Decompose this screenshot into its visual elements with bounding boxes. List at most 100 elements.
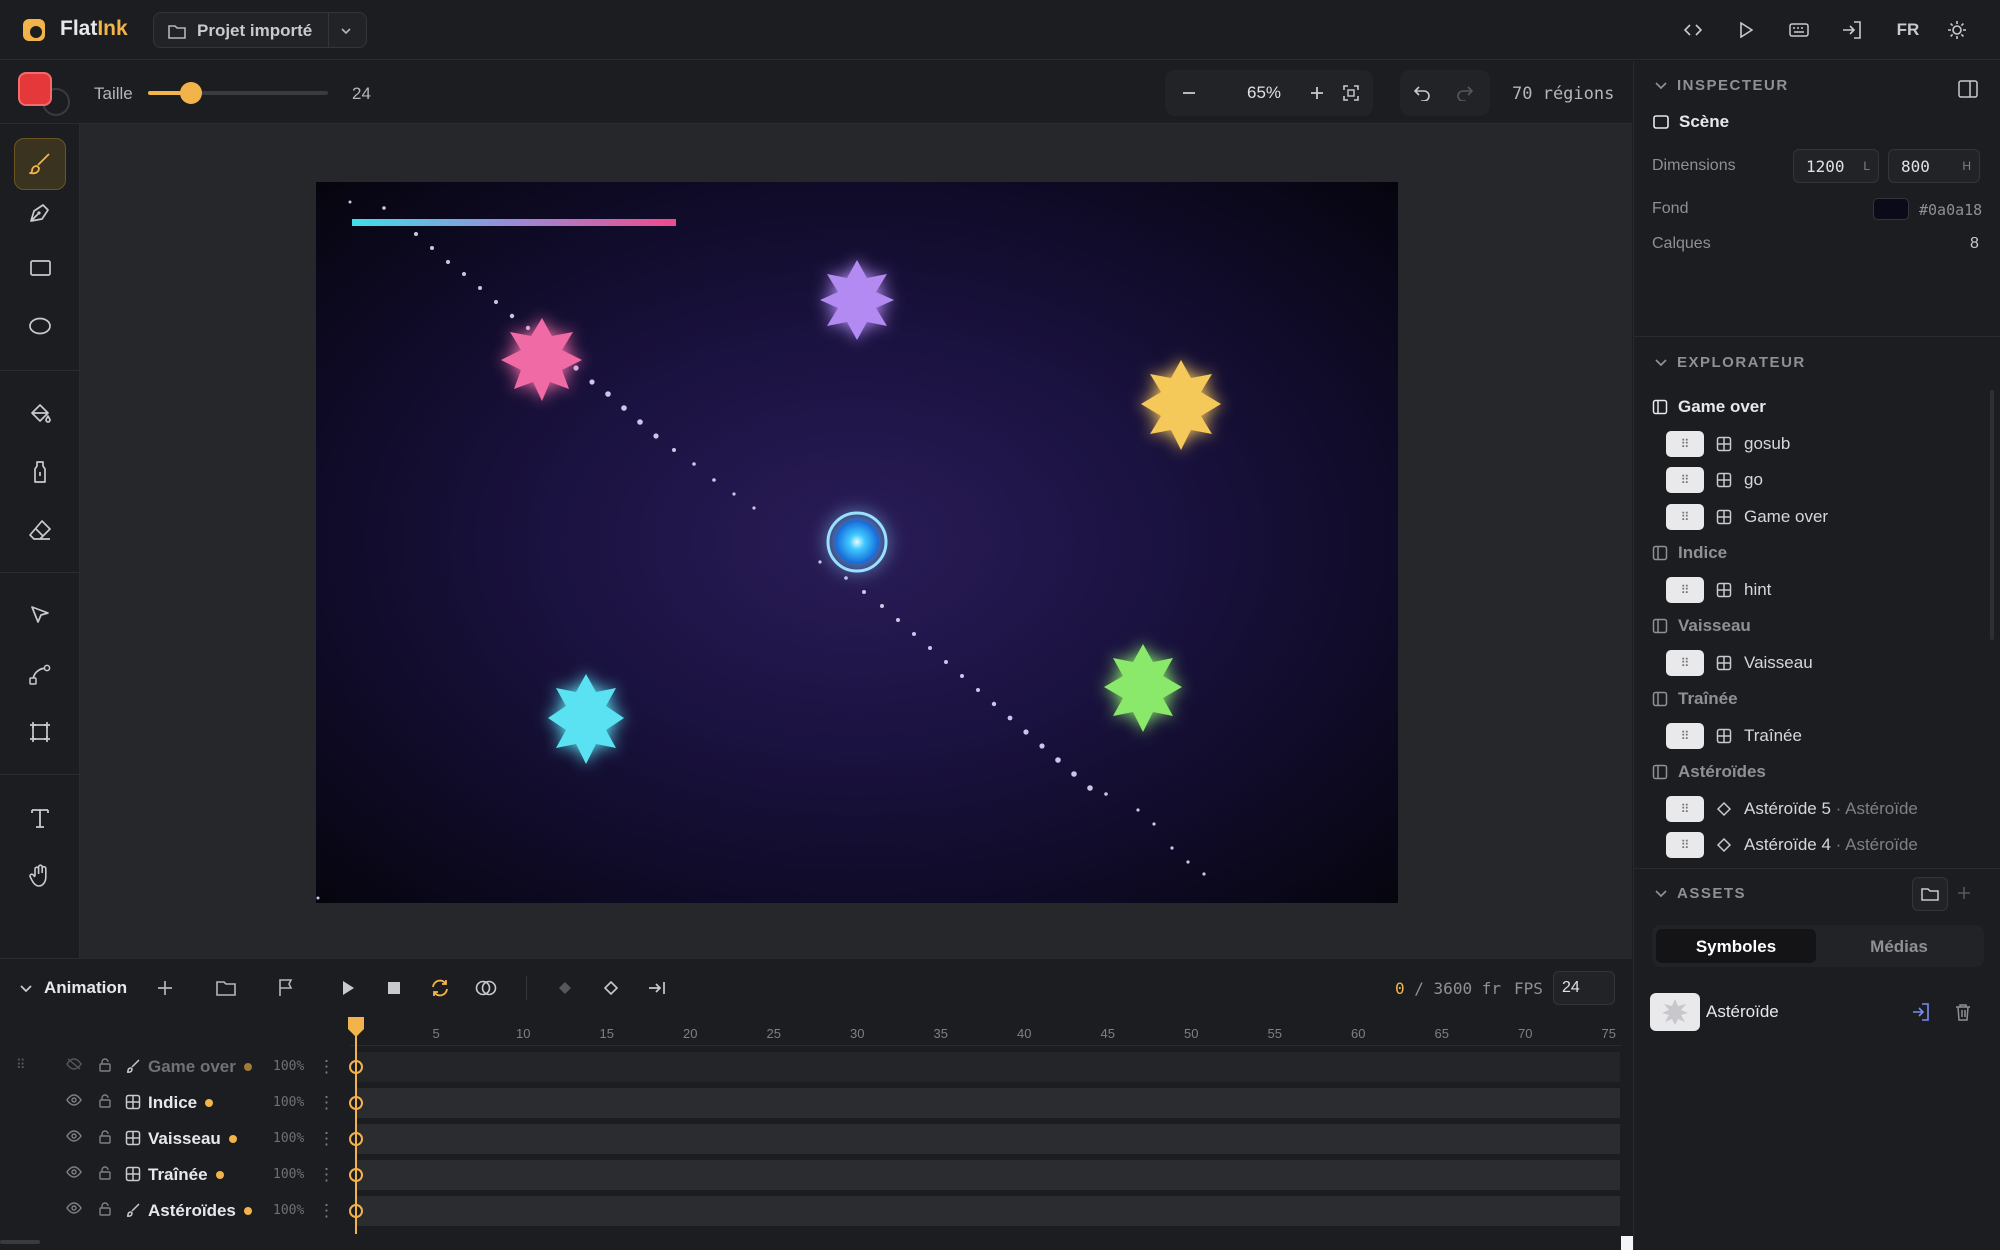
- layer-opacity[interactable]: 100%: [273, 1167, 304, 1182]
- add-layer-icon[interactable]: [153, 976, 177, 1000]
- tab-media[interactable]: Médias: [1818, 929, 1980, 963]
- explorer-item[interactable]: ⠿ gosub: [1666, 429, 1986, 459]
- explorer-item[interactable]: ⠿ Astéroïde 4 · Astéroïde: [1666, 830, 1986, 860]
- explorer-chevron-icon[interactable]: [1654, 357, 1668, 369]
- keyboard-icon[interactable]: [1787, 18, 1811, 42]
- layer-track[interactable]: [356, 1052, 1620, 1082]
- lock-icon[interactable]: [99, 1058, 111, 1072]
- lock-icon[interactable]: [99, 1094, 111, 1108]
- layer-track[interactable]: [356, 1160, 1620, 1190]
- lock-icon[interactable]: [99, 1202, 111, 1216]
- lock-icon[interactable]: [99, 1166, 111, 1180]
- drag-handle-icon[interactable]: ⠿: [1666, 467, 1704, 493]
- drag-handle-icon[interactable]: ⠿: [1666, 795, 1704, 822]
- add-folder-icon[interactable]: [214, 976, 238, 1000]
- language-toggle[interactable]: FR: [1893, 18, 1923, 42]
- layer-name[interactable]: Indice: [148, 1093, 197, 1113]
- theme-sun-icon[interactable]: [1945, 18, 1969, 42]
- drag-handle-icon[interactable]: ⠿: [1666, 576, 1704, 603]
- inspector-chevron-icon[interactable]: [1654, 80, 1668, 92]
- pen-tool[interactable]: [14, 186, 66, 238]
- tab-symbols[interactable]: Symboles: [1656, 929, 1816, 963]
- frame-ruler[interactable]: [350, 1016, 1622, 1046]
- select-tool[interactable]: [14, 590, 66, 642]
- visibility-eye-icon[interactable]: [66, 1094, 82, 1106]
- redo-icon[interactable]: [1453, 81, 1477, 105]
- layer-row[interactable]: Astéroïdes 100% ⋮: [0, 1193, 1632, 1229]
- layer-track[interactable]: [356, 1088, 1620, 1118]
- bezier-tool[interactable]: [14, 648, 66, 700]
- visibility-eye-icon[interactable]: [66, 1130, 82, 1142]
- layer-menu-icon[interactable]: ⋮: [318, 1201, 335, 1221]
- explorer-item[interactable]: ⠿ Traînée: [1666, 721, 1986, 751]
- add-asset-icon[interactable]: [1957, 886, 1971, 900]
- trash-icon[interactable]: [1955, 1003, 1971, 1021]
- visibility-eye-icon[interactable]: [66, 1058, 82, 1070]
- explorer-item[interactable]: ⠿ Astéroïde 5 · Astéroïde: [1666, 794, 1986, 824]
- layer-name[interactable]: Astéroïdes: [148, 1201, 236, 1221]
- assets-folder-button[interactable]: [1912, 877, 1948, 911]
- fps-input[interactable]: 24: [1553, 971, 1615, 1005]
- layer-menu-icon[interactable]: ⋮: [318, 1129, 335, 1149]
- fill-tool[interactable]: [14, 388, 66, 440]
- eraser-tool[interactable]: [14, 504, 66, 556]
- explorer-item[interactable]: ⠿ go: [1666, 465, 1986, 495]
- play-icon[interactable]: [336, 976, 360, 1000]
- go-to-end-icon[interactable]: [645, 976, 669, 1000]
- keyframe-empty-icon[interactable]: [599, 976, 623, 1000]
- height-input[interactable]: 800 H: [1888, 149, 1980, 183]
- panel-toggle-icon[interactable]: [1958, 80, 1978, 98]
- background-color-value[interactable]: #0a0a18: [1919, 201, 1982, 219]
- layer-opacity[interactable]: 100%: [273, 1203, 304, 1218]
- layer-row[interactable]: Vaisseau 100% ⋮: [0, 1121, 1632, 1157]
- layer-opacity[interactable]: 100%: [273, 1131, 304, 1146]
- drag-handle-icon[interactable]: ⠿: [1666, 649, 1704, 676]
- transform-tool[interactable]: [14, 706, 66, 758]
- fit-screen-icon[interactable]: [1339, 81, 1363, 105]
- drag-handle-icon[interactable]: ⠿: [1666, 722, 1704, 749]
- play-preview-icon[interactable]: [1734, 18, 1758, 42]
- asset-name[interactable]: Astéroïde: [1706, 1002, 1779, 1022]
- layer-name[interactable]: Traînée: [148, 1165, 208, 1185]
- undo-icon[interactable]: [1410, 81, 1434, 105]
- background-color-swatch[interactable]: [1873, 198, 1909, 220]
- text-tool[interactable]: [14, 792, 66, 844]
- project-selector[interactable]: Projet importé: [153, 12, 367, 48]
- lock-icon[interactable]: [99, 1130, 111, 1144]
- layer-opacity[interactable]: 100%: [273, 1059, 304, 1074]
- zoom-level[interactable]: 65%: [1229, 83, 1299, 103]
- layer-name[interactable]: Game over: [148, 1057, 236, 1077]
- collapse-chevron-icon[interactable]: [14, 976, 38, 1000]
- timeline-scrollbar[interactable]: [0, 1240, 40, 1244]
- layer-menu-icon[interactable]: ⋮: [318, 1093, 335, 1113]
- layer-row[interactable]: ⠿ Game over 100% ⋮: [0, 1049, 1632, 1085]
- hand-tool[interactable]: [14, 850, 66, 902]
- layer-row[interactable]: Traînée 100% ⋮: [0, 1157, 1632, 1193]
- layer-menu-icon[interactable]: ⋮: [318, 1165, 335, 1185]
- layer-menu-icon[interactable]: ⋮: [318, 1057, 335, 1077]
- onion-skin-icon[interactable]: [474, 976, 498, 1000]
- width-input[interactable]: 1200 L: [1793, 149, 1879, 183]
- color-bucket-tool[interactable]: [14, 446, 66, 498]
- loop-icon[interactable]: [428, 976, 452, 1000]
- explorer-scrollbar[interactable]: [1990, 390, 1994, 640]
- zoom-out-icon[interactable]: [1177, 81, 1201, 105]
- primary-color-swatch[interactable]: [18, 72, 52, 106]
- insert-asset-icon[interactable]: [1912, 1003, 1930, 1021]
- keyframe-filled-icon[interactable]: [553, 976, 577, 1000]
- flag-marker-icon[interactable]: [274, 976, 298, 1000]
- explorer-item[interactable]: ⠿ Game over: [1666, 502, 1986, 532]
- explorer-item[interactable]: ⠿ Vaisseau: [1666, 648, 1986, 678]
- code-icon[interactable]: [1681, 18, 1705, 42]
- drag-handle-icon[interactable]: ⠿: [1666, 503, 1704, 530]
- drag-handle-icon[interactable]: ⠿: [1666, 832, 1704, 858]
- asset-thumbnail[interactable]: [1650, 993, 1700, 1031]
- stop-icon[interactable]: [382, 976, 406, 1000]
- layer-track[interactable]: [356, 1196, 1620, 1226]
- scene-canvas[interactable]: [316, 182, 1398, 903]
- zoom-in-icon[interactable]: [1305, 81, 1329, 105]
- drag-handle-icon[interactable]: ⠿: [16, 1057, 26, 1073]
- brush-tool[interactable]: [14, 138, 66, 190]
- resize-corner[interactable]: [1621, 1236, 1633, 1250]
- drag-handle-icon[interactable]: ⠿: [1666, 430, 1704, 457]
